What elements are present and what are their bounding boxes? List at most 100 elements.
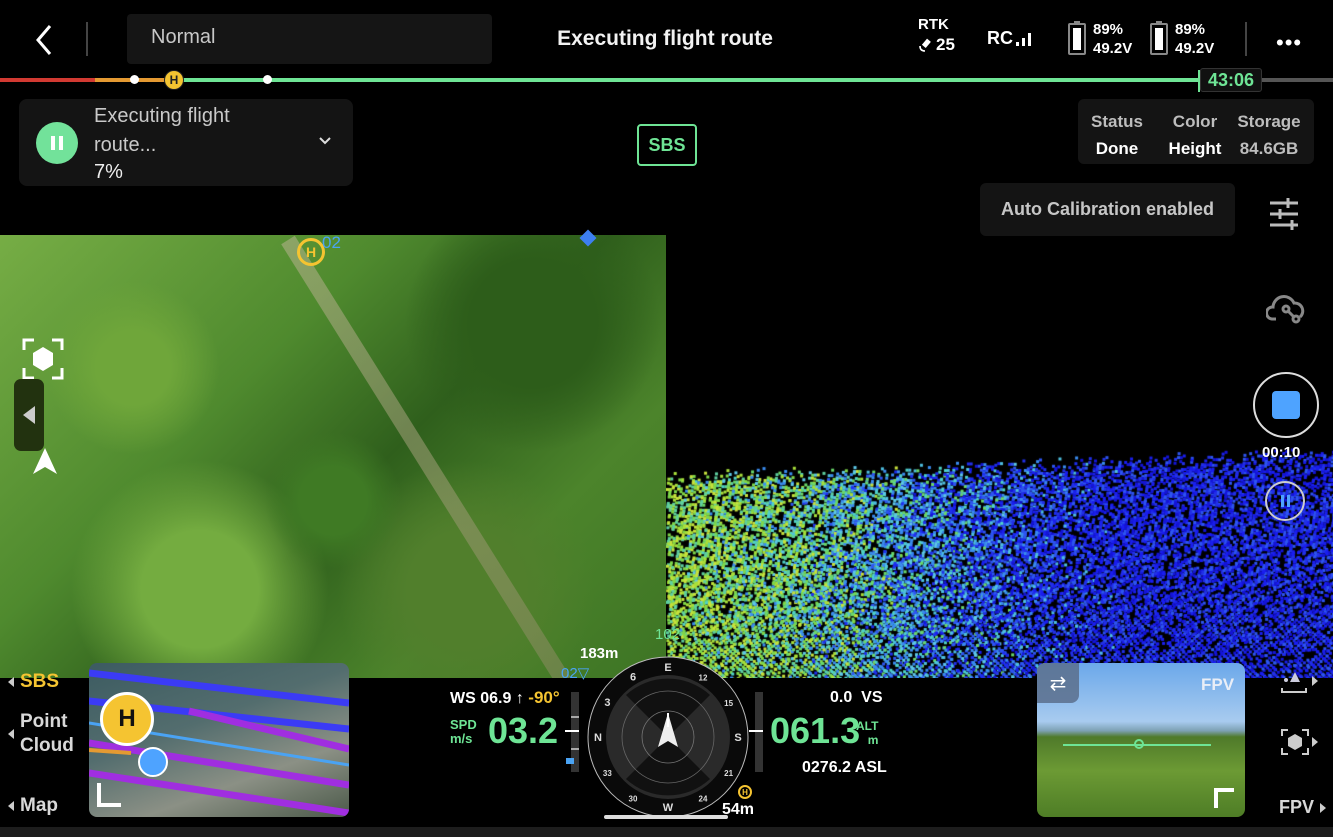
compass-label: N <box>594 732 602 744</box>
battery-voltage: 49.2V <box>1175 40 1215 57</box>
task-progress-percent: 7% <box>94 161 123 183</box>
satellite-icon <box>919 38 931 52</box>
expand-corner-icon[interactable] <box>1214 788 1234 808</box>
recording-elapsed: 00:10 <box>1262 444 1301 461</box>
status-value: Done <box>1095 139 1139 158</box>
color-value: Height <box>1168 139 1222 158</box>
obstacle-icon <box>1281 672 1307 693</box>
horizontal-speed: 03.2 <box>488 710 559 751</box>
collapse-panel-button[interactable] <box>14 379 44 451</box>
storage-value: 84.6GB <box>1239 139 1299 158</box>
sbs-view-toggle[interactable]: SBS <box>8 671 59 693</box>
compass-label: 12 <box>699 673 708 682</box>
cube-icon <box>1281 729 1309 755</box>
altitude-scale <box>749 692 763 772</box>
compass-label: E <box>664 662 671 674</box>
caret-left-icon <box>8 801 14 811</box>
back-button[interactable] <box>28 22 60 58</box>
fpv-label: FPV <box>1201 675 1235 694</box>
flight-mode-selector[interactable]: Normal <box>127 14 492 64</box>
settings-sliders-icon[interactable] <box>1268 198 1302 230</box>
battery-2[interactable]: 89% 49.2V <box>1150 20 1214 58</box>
3d-model-view-toggle[interactable] <box>1280 728 1318 756</box>
status-label: Status <box>1091 112 1143 131</box>
vertical-speed-value: 0.0 <box>830 689 853 706</box>
wind-speed-value: 06.9 <box>480 690 512 707</box>
speed-scale <box>565 692 579 772</box>
rc-signal[interactable]: RC <box>987 28 1031 49</box>
gimbal-pitch: -90° <box>528 688 560 707</box>
rtk-status[interactable]: RTK 25 <box>918 15 968 55</box>
progress-segment-green <box>170 78 1200 82</box>
task-title: Executing flight route... <box>94 105 230 156</box>
caret-left-icon <box>8 729 14 739</box>
compass-label: 33 <box>603 769 612 778</box>
bottom-strip <box>0 827 1333 837</box>
rtk-satellite-count: 25 <box>936 35 955 54</box>
compass-label: 24 <box>699 795 708 804</box>
rc-label: RC <box>987 28 1013 48</box>
point-cloud-view[interactable] <box>666 440 1333 678</box>
speed-unit: SPD m/s <box>450 717 477 746</box>
home-point-icon: H <box>100 692 154 746</box>
battery-voltage: 49.2V <box>1093 40 1133 57</box>
map-view-toggle[interactable]: Map <box>8 795 58 817</box>
sbs-mode-badge[interactable]: SBS <box>637 124 697 166</box>
altitude: 061.3 <box>770 710 861 751</box>
signal-bars-icon <box>1016 33 1031 46</box>
compass-label: 15 <box>724 699 733 708</box>
compass-label: W <box>663 802 674 814</box>
page-title: Executing flight route <box>557 27 773 50</box>
compass-attitude-indicator: N 3 6 E 12 15 S 21 24 W 30 33 <box>587 656 749 818</box>
auto-calibration-status[interactable]: Auto Calibration enabled <box>980 183 1235 236</box>
storage-label: Storage <box>1237 112 1301 131</box>
flight-mode-label: Normal <box>151 26 216 48</box>
compass-label: S <box>734 732 741 744</box>
rtk-label: RTK <box>918 16 949 33</box>
obstacle-view-toggle[interactable] <box>1280 670 1318 694</box>
chevron-down-icon[interactable] <box>318 134 332 148</box>
battery-percent: 89% <box>1093 21 1124 38</box>
chevron-left-icon <box>36 25 52 55</box>
progress-segment-red <box>0 78 95 82</box>
swap-view-button[interactable]: ⇄ <box>1037 663 1079 703</box>
stop-icon <box>1272 391 1300 419</box>
remote-controller-icon <box>138 747 168 777</box>
altitude-unit: ALT m <box>856 719 879 747</box>
fpv-view-toggle[interactable]: FPV <box>1279 797 1327 818</box>
divider <box>86 22 88 56</box>
more-menu-button[interactable]: ••• <box>1276 30 1302 56</box>
home-point-icon: H <box>738 785 752 799</box>
heading-value: 102 <box>655 626 681 643</box>
task-pause-button[interactable] <box>36 122 78 164</box>
point-cloud-canvas <box>666 440 1333 678</box>
pause-icon <box>51 136 55 150</box>
home-point-icon: H <box>297 238 325 266</box>
vertical-speed: 0.0 VS <box>830 689 883 706</box>
compass-label: 6 <box>630 671 636 683</box>
flight-time-remaining: 43:06 <box>1200 68 1262 92</box>
altitude-asl: 0276.2 ASL <box>802 759 887 776</box>
compass-label: 21 <box>724 769 733 778</box>
target-focus-button[interactable] <box>22 338 64 380</box>
battery-icon <box>1150 21 1168 55</box>
pause-recording-button[interactable] <box>1265 481 1305 521</box>
stop-recording-button[interactable] <box>1253 372 1319 438</box>
waypoint-label: 02▽ <box>561 665 590 682</box>
pause-icon <box>1280 495 1284 507</box>
crosshair-icon <box>1134 739 1144 749</box>
home-distance-bar <box>604 815 728 819</box>
pointcloud-status-panel: Status Done Color Height Storage 84.6GB <box>1078 99 1314 164</box>
wind-arrow-icon: ↑ <box>515 690 524 707</box>
cloud-share-icon[interactable] <box>1265 293 1306 327</box>
battery-1[interactable]: 89% 49.2V <box>1068 20 1132 58</box>
expand-corner-icon[interactable] <box>97 783 121 807</box>
wind-speed: WS 06.9 ↑ -90° <box>450 688 560 707</box>
home-marker-icon: H <box>164 70 184 90</box>
chevron-left-icon <box>23 406 35 424</box>
caret-left-icon <box>8 677 14 687</box>
home-distance: 54m <box>722 801 755 818</box>
aircraft-direction-icon <box>30 446 60 476</box>
point-cloud-view-toggle[interactable]: Point Cloud <box>8 710 74 758</box>
battery-icon <box>1068 21 1086 55</box>
